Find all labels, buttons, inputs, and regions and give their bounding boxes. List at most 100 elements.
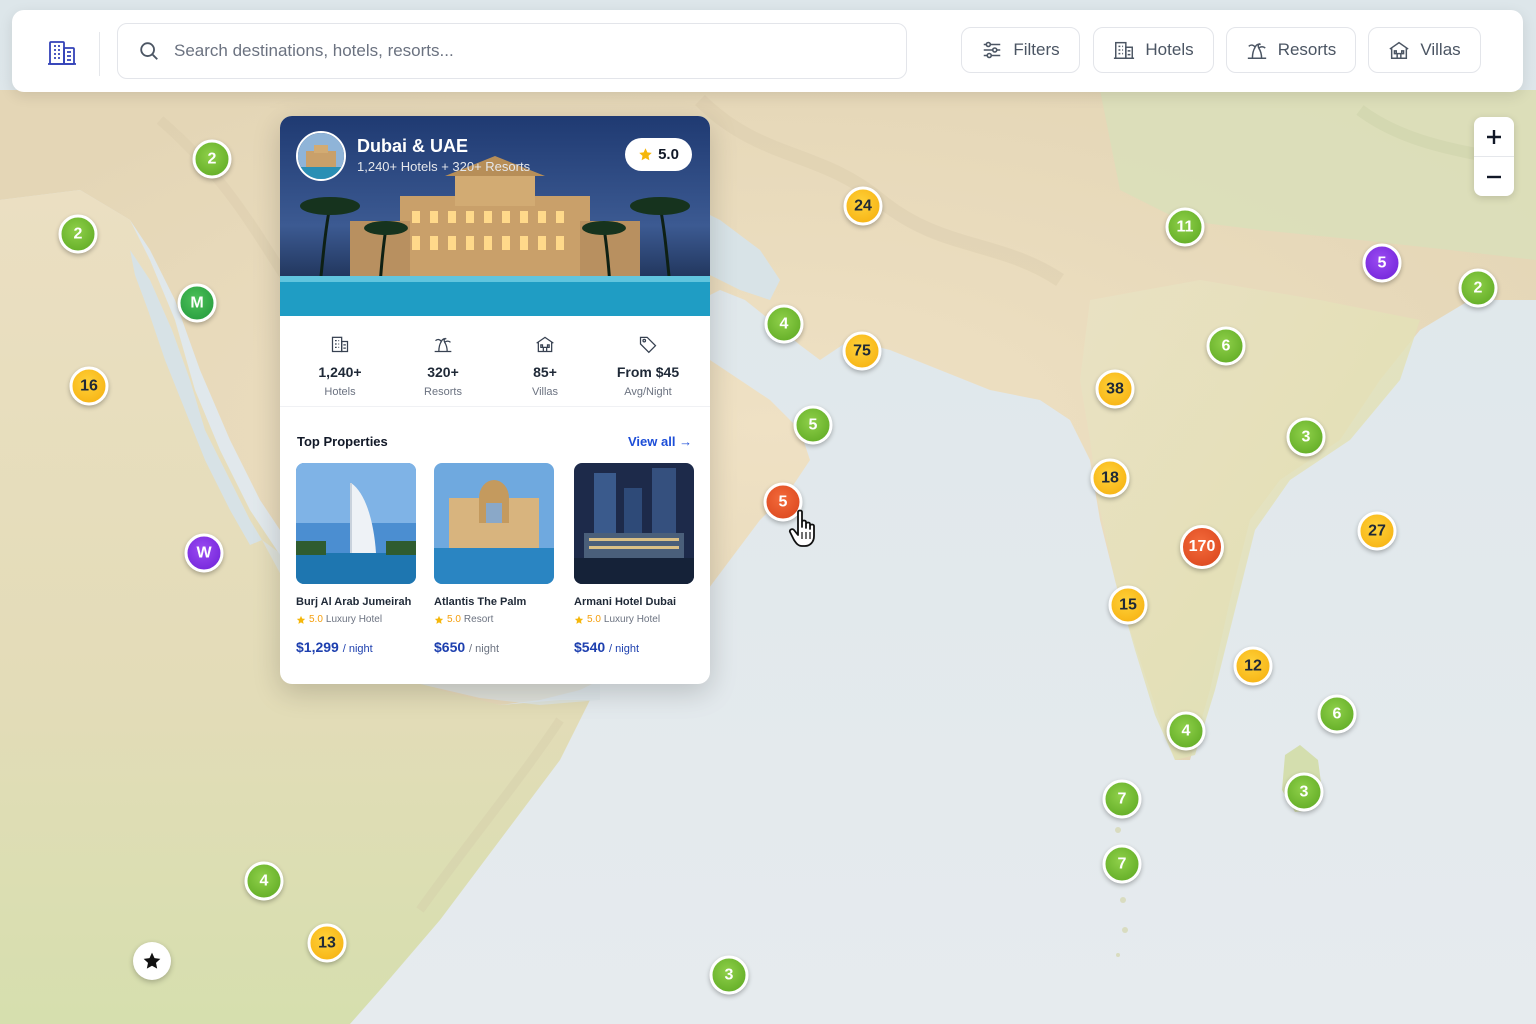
map-marker[interactable]: 16 (69, 366, 109, 406)
stat-value: 1,240+ (318, 364, 362, 380)
card-divider (280, 406, 710, 407)
marker-label: 24 (854, 197, 872, 214)
star-icon (434, 615, 444, 624)
map-marker[interactable]: M (177, 283, 217, 323)
stat-label: Hotels (324, 386, 356, 398)
stat-villas: 85+ Villas (499, 334, 591, 398)
property-rating: 5.0 Luxury Hotel (574, 614, 694, 625)
map-marker[interactable]: 13 (307, 923, 347, 963)
map-marker[interactable]: 6 (1317, 694, 1357, 734)
view-all-link[interactable]: View all → (628, 434, 692, 449)
villa-icon (536, 336, 554, 353)
map-app: Search destinations, hotels, resorts... … (0, 0, 1536, 1024)
map-marker[interactable]: 5 (1362, 243, 1402, 283)
marker-label: M (190, 294, 204, 311)
map-marker[interactable]: 11 (1165, 207, 1205, 247)
map-marker[interactable]: 18 (1090, 458, 1130, 498)
price-unit: / night (609, 643, 640, 655)
map-marker[interactable]: 5 (793, 405, 833, 445)
filters-label: Filters (1013, 40, 1060, 59)
map-marker[interactable]: W (184, 533, 224, 573)
map-marker[interactable]: 4 (244, 861, 284, 901)
price-value: $540 (574, 639, 606, 655)
marker-label: W (196, 544, 212, 561)
villas-button[interactable]: Villas (1368, 27, 1481, 73)
map-marker[interactable]: 4 (764, 304, 804, 344)
resorts-button[interactable]: Resorts (1226, 27, 1356, 73)
map-marker[interactable]: 27 (1357, 511, 1397, 551)
stat-value: From $45 (616, 364, 680, 380)
map-marker[interactable]: 6 (1206, 326, 1246, 366)
marker-label: 5 (778, 493, 788, 510)
arrow-right-icon: → (679, 434, 693, 449)
marker-label: 7 (1117, 790, 1127, 807)
map-marker[interactable]: 7 (1102, 844, 1142, 884)
property-type: Luxury Hotel (325, 614, 383, 625)
zoom-in-button[interactable] (1474, 117, 1514, 157)
destination-title: Dubai & UAE (357, 136, 469, 156)
marker-label: 27 (1368, 522, 1386, 539)
marker-label: 4 (259, 872, 269, 889)
property-card[interactable]: Armani Hotel Dubai 5.0 Luxury Hotel $540… (574, 463, 694, 655)
property-rating-value: 5.0 (587, 614, 601, 625)
property-rating-value: 5.0 (309, 614, 323, 625)
property-card[interactable]: Burj Al Arab Jumeirah 5.0 Luxury Hotel $… (296, 463, 416, 655)
top-properties-heading: Top Properties (297, 434, 388, 449)
star-icon (296, 615, 306, 624)
favorites-pin[interactable] (133, 942, 171, 980)
hand-pointer-icon (788, 509, 815, 547)
price-unit: / night (469, 643, 500, 655)
marker-label: 13 (318, 934, 336, 951)
map-marker[interactable]: 15 (1108, 585, 1148, 625)
map-marker[interactable]: 24 (843, 186, 883, 226)
palm-tree-icon (1247, 42, 1266, 59)
rating-badge: 5.0 (625, 138, 692, 171)
resorts-label: Resorts (1277, 40, 1337, 59)
map-marker[interactable]: 3 (1284, 772, 1324, 812)
map-marker[interactable]: 3 (1286, 417, 1326, 457)
map-marker[interactable]: 7 (1102, 779, 1142, 819)
zoom-control (1474, 117, 1514, 196)
map-marker[interactable]: 170 (1180, 525, 1224, 569)
map-marker[interactable]: 3 (709, 955, 749, 995)
search-input[interactable]: Search destinations, hotels, resorts... (117, 23, 907, 79)
marker-label: 3 (724, 966, 734, 983)
marker-label: 12 (1244, 657, 1262, 674)
destination-subtitle: 1,240+ Hotels + 320+ Resorts (357, 159, 531, 174)
sliders-icon (984, 41, 1001, 59)
plus-icon (1487, 129, 1501, 144)
map-marker[interactable]: 12 (1233, 646, 1273, 686)
property-card[interactable]: Atlantis The Palm 5.0 Resort $650 / nigh… (434, 463, 554, 655)
marker-label: 6 (1221, 337, 1231, 354)
marker-label: 4 (1181, 722, 1191, 739)
search-icon (140, 42, 158, 60)
price-unit: / night (342, 643, 373, 655)
view-all-label: View all (628, 434, 676, 449)
property-rating: 5.0 Resort (434, 614, 554, 625)
destination-avatar (296, 131, 346, 181)
map-marker[interactable]: 2 (1458, 268, 1498, 308)
marker-label: 15 (1119, 596, 1137, 613)
villa-icon (1389, 41, 1409, 59)
filters-button[interactable]: Filters (961, 27, 1080, 73)
destination-card[interactable]: Dubai & UAE 1,240+ Hotels + 320+ Resorts… (280, 116, 710, 684)
hotel-building-icon[interactable] (46, 36, 78, 68)
stat-resorts: 320+ Resorts (397, 334, 489, 398)
price-value: $1,299 (296, 639, 339, 655)
hotels-label: Hotels (1145, 40, 1194, 59)
property-image (574, 463, 694, 584)
zoom-out-button[interactable] (1474, 157, 1514, 196)
map-marker[interactable]: 38 (1095, 369, 1135, 409)
marker-label: 5 (808, 416, 818, 433)
stat-value: 320+ (427, 364, 459, 380)
map-marker[interactable]: 2 (58, 214, 98, 254)
map-marker[interactable]: 2 (192, 139, 232, 179)
palm-tree-icon (434, 337, 452, 353)
star-icon (574, 615, 584, 624)
stat-avg-price: From $45 Avg/Night (602, 334, 694, 398)
marker-label: 3 (1299, 783, 1309, 800)
map-marker[interactable]: 4 (1166, 711, 1206, 751)
hotels-button[interactable]: Hotels (1093, 27, 1214, 73)
search-placeholder: Search destinations, hotels, resorts... (174, 41, 454, 60)
map-marker[interactable]: 75 (842, 331, 882, 371)
